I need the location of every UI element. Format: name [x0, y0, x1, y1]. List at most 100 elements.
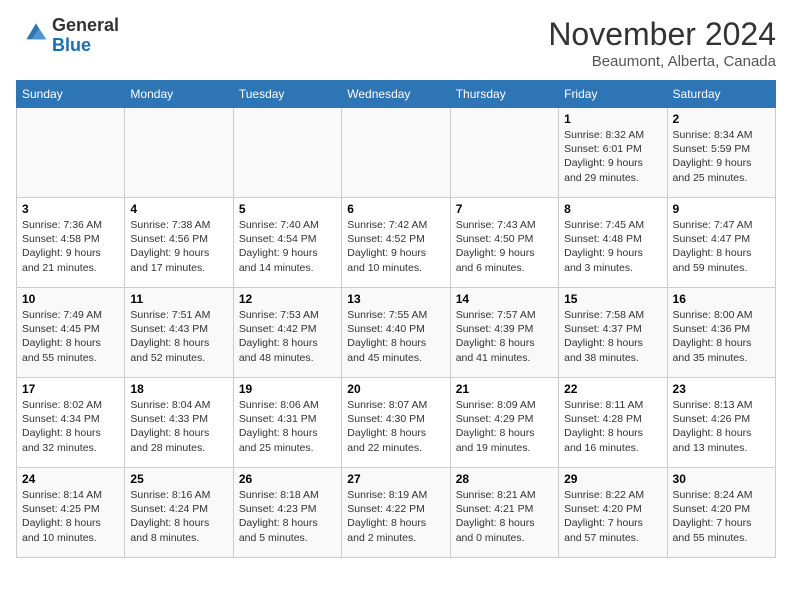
calendar-week-row: 1 Sunrise: 8:32 AM Sunset: 6:01 PM Daylig… [17, 108, 776, 198]
calendar-cell [125, 108, 233, 198]
calendar-cell: 19 Sunrise: 8:06 AM Sunset: 4:31 PM Dayli… [233, 378, 341, 468]
day-number: 13 [347, 292, 444, 306]
day-number: 15 [564, 292, 661, 306]
day-info: Sunrise: 8:19 AM Sunset: 4:22 PM Dayligh… [347, 488, 444, 545]
calendar-week-row: 17 Sunrise: 8:02 AM Sunset: 4:34 PM Dayli… [17, 378, 776, 468]
day-info: Sunrise: 8:06 AM Sunset: 4:31 PM Dayligh… [239, 398, 336, 455]
header-thursday: Thursday [450, 81, 558, 108]
day-number: 25 [130, 472, 227, 486]
calendar-cell: 23 Sunrise: 8:13 AM Sunset: 4:26 PM Dayli… [667, 378, 775, 468]
day-number: 8 [564, 202, 661, 216]
calendar-cell: 13 Sunrise: 7:55 AM Sunset: 4:40 PM Dayli… [342, 288, 450, 378]
day-number: 29 [564, 472, 661, 486]
day-info: Sunrise: 7:49 AM Sunset: 4:45 PM Dayligh… [22, 308, 119, 365]
day-number: 4 [130, 202, 227, 216]
day-number: 28 [456, 472, 553, 486]
day-info: Sunrise: 8:00 AM Sunset: 4:36 PM Dayligh… [673, 308, 770, 365]
logo-text: General Blue [52, 16, 119, 56]
calendar-cell: 22Sunrise: 8:11 AM Sunset: 4:28 PM Dayli… [559, 378, 667, 468]
calendar-cell: 3Sunrise: 7:36 AM Sunset: 4:58 PM Daylig… [17, 198, 125, 288]
day-info: Sunrise: 7:36 AM Sunset: 4:58 PM Dayligh… [22, 218, 119, 275]
day-number: 19 [239, 382, 336, 396]
day-info: Sunrise: 8:34 AM Sunset: 5:59 PM Dayligh… [673, 128, 770, 185]
day-number: 1 [564, 112, 661, 126]
calendar-cell: 30 Sunrise: 8:24 AM Sunset: 4:20 PM Dayli… [667, 468, 775, 558]
calendar-cell: 10 Sunrise: 7:49 AM Sunset: 4:45 PM Dayli… [17, 288, 125, 378]
calendar-cell: 8 Sunrise: 7:45 AM Sunset: 4:48 PM Daylig… [559, 198, 667, 288]
day-info: Sunrise: 8:24 AM Sunset: 4:20 PM Dayligh… [673, 488, 770, 545]
page-header: General Blue November 2024 Beaumont, Alb… [16, 16, 776, 70]
day-number: 12 [239, 292, 336, 306]
day-number: 21 [456, 382, 553, 396]
logo: General Blue [16, 16, 119, 56]
day-info: Sunrise: 7:55 AM Sunset: 4:40 PM Dayligh… [347, 308, 444, 365]
calendar-cell: 29 Sunrise: 8:22 AM Sunset: 4:20 PM Dayli… [559, 468, 667, 558]
calendar-table: SundayMondayTuesdayWednesdayThursdayFrid… [16, 80, 776, 558]
day-info: Sunrise: 8:02 AM Sunset: 4:34 PM Dayligh… [22, 398, 119, 455]
day-number: 5 [239, 202, 336, 216]
day-info: Sunrise: 8:14 AM Sunset: 4:25 PM Dayligh… [22, 488, 119, 545]
day-number: 27 [347, 472, 444, 486]
day-info: Sunrise: 8:16 AM Sunset: 4:24 PM Dayligh… [130, 488, 227, 545]
calendar-cell: 1 Sunrise: 8:32 AM Sunset: 6:01 PM Daylig… [559, 108, 667, 198]
calendar-cell: 16 Sunrise: 8:00 AM Sunset: 4:36 PM Dayli… [667, 288, 775, 378]
calendar-cell: 6 Sunrise: 7:42 AM Sunset: 4:52 PM Daylig… [342, 198, 450, 288]
calendar-cell: 14Sunrise: 7:57 AM Sunset: 4:39 PM Dayli… [450, 288, 558, 378]
day-number: 24 [22, 472, 119, 486]
day-number: 2 [673, 112, 770, 126]
day-info: Sunrise: 8:22 AM Sunset: 4:20 PM Dayligh… [564, 488, 661, 545]
calendar-cell: 25 Sunrise: 8:16 AM Sunset: 4:24 PM Dayli… [125, 468, 233, 558]
calendar-cell: 26Sunrise: 8:18 AM Sunset: 4:23 PM Dayli… [233, 468, 341, 558]
day-info: Sunrise: 7:40 AM Sunset: 4:54 PM Dayligh… [239, 218, 336, 275]
calendar-cell: 11 Sunrise: 7:51 AM Sunset: 4:43 PM Dayli… [125, 288, 233, 378]
day-number: 6 [347, 202, 444, 216]
day-number: 9 [673, 202, 770, 216]
header-friday: Friday [559, 81, 667, 108]
logo-icon [20, 17, 52, 49]
day-info: Sunrise: 7:53 AM Sunset: 4:42 PM Dayligh… [239, 308, 336, 365]
day-info: Sunrise: 8:13 AM Sunset: 4:26 PM Dayligh… [673, 398, 770, 455]
calendar-cell: 15 Sunrise: 7:58 AM Sunset: 4:37 PM Dayli… [559, 288, 667, 378]
day-info: Sunrise: 8:32 AM Sunset: 6:01 PM Dayligh… [564, 128, 661, 185]
calendar-cell: 27 Sunrise: 8:19 AM Sunset: 4:22 PM Dayli… [342, 468, 450, 558]
day-number: 10 [22, 292, 119, 306]
calendar-cell: 28 Sunrise: 8:21 AM Sunset: 4:21 PM Dayli… [450, 468, 558, 558]
location-subtitle: Beaumont, Alberta, Canada [548, 53, 776, 70]
calendar-cell: 24 Sunrise: 8:14 AM Sunset: 4:25 PM Dayli… [17, 468, 125, 558]
day-info: Sunrise: 8:21 AM Sunset: 4:21 PM Dayligh… [456, 488, 553, 545]
day-info: Sunrise: 8:04 AM Sunset: 4:33 PM Dayligh… [130, 398, 227, 455]
calendar-cell [17, 108, 125, 198]
calendar-week-row: 3Sunrise: 7:36 AM Sunset: 4:58 PM Daylig… [17, 198, 776, 288]
day-info: Sunrise: 8:09 AM Sunset: 4:29 PM Dayligh… [456, 398, 553, 455]
day-info: Sunrise: 7:45 AM Sunset: 4:48 PM Dayligh… [564, 218, 661, 275]
header-sunday: Sunday [17, 81, 125, 108]
header-monday: Monday [125, 81, 233, 108]
calendar-cell [233, 108, 341, 198]
day-info: Sunrise: 7:42 AM Sunset: 4:52 PM Dayligh… [347, 218, 444, 275]
day-number: 11 [130, 292, 227, 306]
day-info: Sunrise: 7:38 AM Sunset: 4:56 PM Dayligh… [130, 218, 227, 275]
calendar-header-row: SundayMondayTuesdayWednesdayThursdayFrid… [17, 81, 776, 108]
calendar-week-row: 10 Sunrise: 7:49 AM Sunset: 4:45 PM Dayli… [17, 288, 776, 378]
day-number: 16 [673, 292, 770, 306]
calendar-cell: 9 Sunrise: 7:47 AM Sunset: 4:47 PM Daylig… [667, 198, 775, 288]
header-wednesday: Wednesday [342, 81, 450, 108]
day-info: Sunrise: 7:58 AM Sunset: 4:37 PM Dayligh… [564, 308, 661, 365]
day-info: Sunrise: 7:51 AM Sunset: 4:43 PM Dayligh… [130, 308, 227, 365]
day-number: 30 [673, 472, 770, 486]
title-block: November 2024 Beaumont, Alberta, Canada [548, 16, 776, 70]
calendar-cell: 17 Sunrise: 8:02 AM Sunset: 4:34 PM Dayli… [17, 378, 125, 468]
day-number: 14 [456, 292, 553, 306]
day-info: Sunrise: 7:43 AM Sunset: 4:50 PM Dayligh… [456, 218, 553, 275]
day-info: Sunrise: 8:18 AM Sunset: 4:23 PM Dayligh… [239, 488, 336, 545]
calendar-cell [342, 108, 450, 198]
calendar-cell: 20Sunrise: 8:07 AM Sunset: 4:30 PM Dayli… [342, 378, 450, 468]
calendar-cell: 18Sunrise: 8:04 AM Sunset: 4:33 PM Dayli… [125, 378, 233, 468]
day-number: 22 [564, 382, 661, 396]
day-number: 23 [673, 382, 770, 396]
day-number: 17 [22, 382, 119, 396]
header-tuesday: Tuesday [233, 81, 341, 108]
day-number: 7 [456, 202, 553, 216]
calendar-cell: 4 Sunrise: 7:38 AM Sunset: 4:56 PM Daylig… [125, 198, 233, 288]
day-info: Sunrise: 7:47 AM Sunset: 4:47 PM Dayligh… [673, 218, 770, 275]
